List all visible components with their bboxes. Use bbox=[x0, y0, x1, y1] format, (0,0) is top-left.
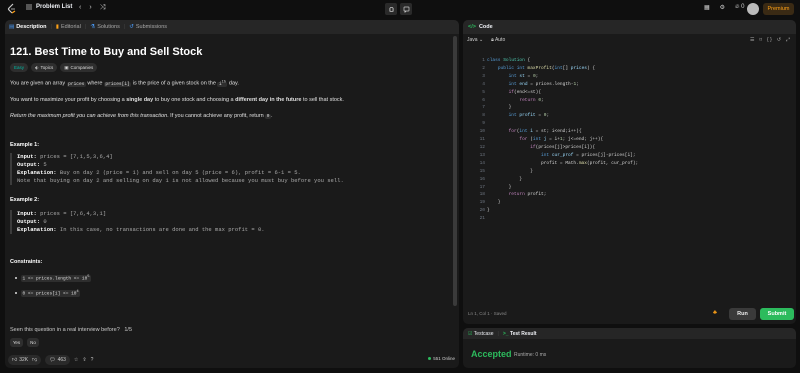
tab-editorial-label: Editorial bbox=[60, 24, 81, 30]
top-nav: Problem List ‹ › ⤨ ▦ ⚙ 🔥︎ 0 Premium bbox=[0, 0, 800, 18]
description-paragraph-2: You want to maximize your profit by choo… bbox=[10, 97, 344, 103]
language-select[interactable]: Java ⌄ bbox=[467, 37, 483, 43]
tab-editorial[interactable]: ▮ Editorial bbox=[56, 24, 81, 30]
online-count: 551 Online bbox=[428, 356, 455, 361]
thumbs-down-icon[interactable]: 👎︎ bbox=[32, 357, 37, 363]
history-icon: ↺ bbox=[129, 24, 134, 30]
help-icon[interactable]: ? bbox=[91, 357, 94, 363]
online-dot-icon bbox=[428, 357, 432, 360]
yes-button[interactable]: Yes bbox=[10, 338, 23, 347]
description-paragraph-1: You are given an array prices where pric… bbox=[10, 80, 239, 87]
topics-tag[interactable]: ⬖ Topics bbox=[31, 63, 58, 72]
auto-mode-toggle[interactable]: 🔒︎ Auto bbox=[491, 37, 505, 43]
tab-description-label: Description bbox=[16, 24, 47, 30]
tab-testcase[interactable]: ☑ Testcase bbox=[468, 331, 494, 337]
example-1-box: Input: prices = [7,1,5,3,6,4] Output: 5 … bbox=[10, 153, 344, 185]
like-count: 32K bbox=[19, 357, 29, 363]
description-panel: ▤ Description | ▮ Editorial | ⚗ Solution… bbox=[5, 20, 459, 368]
description-footer: 👍︎ 32K 👎︎ 💬︎ 463 ☆ ⇪ ? 551 Online bbox=[5, 352, 459, 368]
tag-icon: ⬖ bbox=[35, 64, 39, 70]
prev-problem-icon[interactable]: ‹ bbox=[79, 4, 81, 12]
star-icon[interactable]: ☆ bbox=[74, 357, 78, 363]
no-button[interactable]: No bbox=[27, 338, 39, 347]
flask-icon: ⚗ bbox=[90, 24, 96, 30]
example-1-title: Example 1: bbox=[10, 142, 40, 148]
streak-counter[interactable]: 🔥︎ 0 bbox=[735, 4, 744, 11]
description-paragraph-3: Return the maximum profit you can achiev… bbox=[10, 113, 273, 119]
runtime-value: Runtime: 0 ms bbox=[514, 352, 547, 358]
example-2-box: Input: prices = [7,6,4,3,1] Output: 0 Ex… bbox=[10, 210, 265, 234]
next-problem-icon[interactable]: › bbox=[89, 4, 91, 12]
expand-icon[interactable]: ⤢ bbox=[786, 37, 790, 43]
editor-tools: ☰ ⌑ { } ↺ ⤢ bbox=[750, 37, 790, 43]
reset-icon[interactable]: ↺ bbox=[777, 37, 781, 43]
example-2-title: Example 2: bbox=[10, 197, 40, 203]
problem-title: 121. Best Time to Buy and Sell Stock bbox=[10, 46, 203, 58]
settings-gear-icon[interactable]: ⚙ bbox=[720, 4, 725, 11]
topics-label: Topics bbox=[40, 65, 54, 70]
tab-submissions[interactable]: ↺ Submissions bbox=[129, 24, 167, 30]
constraints-title: Constraints: bbox=[10, 259, 43, 265]
premium-button[interactable]: Premium bbox=[763, 3, 794, 15]
document-icon: ▤ bbox=[9, 24, 15, 30]
editor-toolbar: Java ⌄ 🔒︎ Auto bbox=[467, 37, 505, 43]
seen-question-prompt: Seen this question in a real interview b… bbox=[10, 327, 133, 333]
problem-list-button[interactable]: Problem List bbox=[26, 4, 72, 10]
companies-tag[interactable]: ▣ Companies bbox=[60, 63, 98, 72]
leetcode-logo-icon[interactable] bbox=[7, 3, 17, 15]
code-tab[interactable]: </> Code bbox=[463, 20, 796, 34]
tab-description[interactable]: ▤ Description bbox=[9, 24, 46, 30]
lock-icon: ▣ bbox=[64, 64, 69, 70]
constraint-2: 0 <= prices[i] <= 104 bbox=[15, 290, 81, 297]
test-tabs: ☑ Testcase | >_ Test Result bbox=[463, 328, 796, 339]
debug-button[interactable] bbox=[385, 3, 397, 15]
constraint-1: 1 <= prices.length <= 105 bbox=[15, 275, 91, 282]
tab-test-result[interactable]: >_ Test Result bbox=[503, 331, 537, 337]
code-tab-label: Code bbox=[478, 24, 493, 30]
terminal-icon: >_ bbox=[502, 330, 509, 337]
list-icon bbox=[26, 4, 32, 10]
line-numbers: 1 2 3 4 5 6 7 8 9 10 11 12 13 14 15 16 17 18 19 20 21 bbox=[479, 58, 485, 222]
bookmark-icon[interactable]: ⌑ bbox=[759, 37, 762, 43]
tab-submissions-label: Submissions bbox=[135, 24, 168, 30]
code-content[interactable]: class Solution { public int maxProfit(in… bbox=[487, 57, 638, 215]
streak-count: 0 bbox=[741, 4, 745, 10]
comment-count: 463 bbox=[57, 357, 66, 363]
problem-list-label: Problem List bbox=[36, 4, 73, 10]
notes-icon[interactable]: ☰ bbox=[750, 37, 754, 43]
book-icon: ▮ bbox=[55, 24, 59, 30]
companies-label: Companies bbox=[70, 65, 94, 70]
share-icon[interactable]: ⇪ bbox=[82, 357, 86, 363]
tab-solutions[interactable]: ⚗ Solutions bbox=[90, 24, 120, 30]
problem-tags: Easy ⬖ Topics ▣ Companies bbox=[10, 63, 98, 72]
like-button[interactable]: 👍︎ 32K 👎︎ bbox=[8, 355, 42, 365]
submit-button[interactable]: Submit bbox=[760, 308, 794, 320]
format-icon[interactable]: { } bbox=[767, 37, 772, 43]
result-status: Accepted bbox=[471, 349, 512, 359]
checkbox-icon: ☑ bbox=[468, 330, 473, 337]
bug-icon bbox=[388, 6, 394, 12]
comment-icon: 💬︎ bbox=[49, 357, 56, 363]
description-tabs: ▤ Description | ▮ Editorial | ⚗ Solution… bbox=[5, 20, 459, 34]
mascot-icon[interactable]: ♣ bbox=[713, 310, 717, 316]
difficulty-badge[interactable]: Easy bbox=[10, 63, 29, 72]
avatar[interactable] bbox=[747, 3, 759, 15]
comments-button[interactable]: 💬︎ 463 bbox=[45, 355, 70, 365]
note-icon bbox=[403, 6, 409, 13]
scrollbar[interactable] bbox=[453, 36, 457, 306]
code-brackets-icon: </> bbox=[468, 24, 476, 30]
tab-solutions-label: Solutions bbox=[97, 24, 120, 30]
code-editor-panel: </> Code Java ⌄ 🔒︎ Auto ☰ ⌑ { } ↺ ⤢ 1234… bbox=[463, 20, 796, 324]
layout-icon[interactable]: ▦ bbox=[704, 4, 710, 11]
notes-button[interactable] bbox=[400, 3, 412, 15]
editor-status: Ln 1, Col 1 · Saved bbox=[468, 311, 507, 316]
test-result-panel: ☑ Testcase | >_ Test Result Accepted Run… bbox=[463, 328, 796, 368]
shuffle-icon[interactable]: ⤨ bbox=[100, 4, 106, 12]
run-button[interactable]: Run bbox=[729, 308, 756, 320]
thumbs-up-icon: 👍︎ bbox=[12, 357, 18, 363]
